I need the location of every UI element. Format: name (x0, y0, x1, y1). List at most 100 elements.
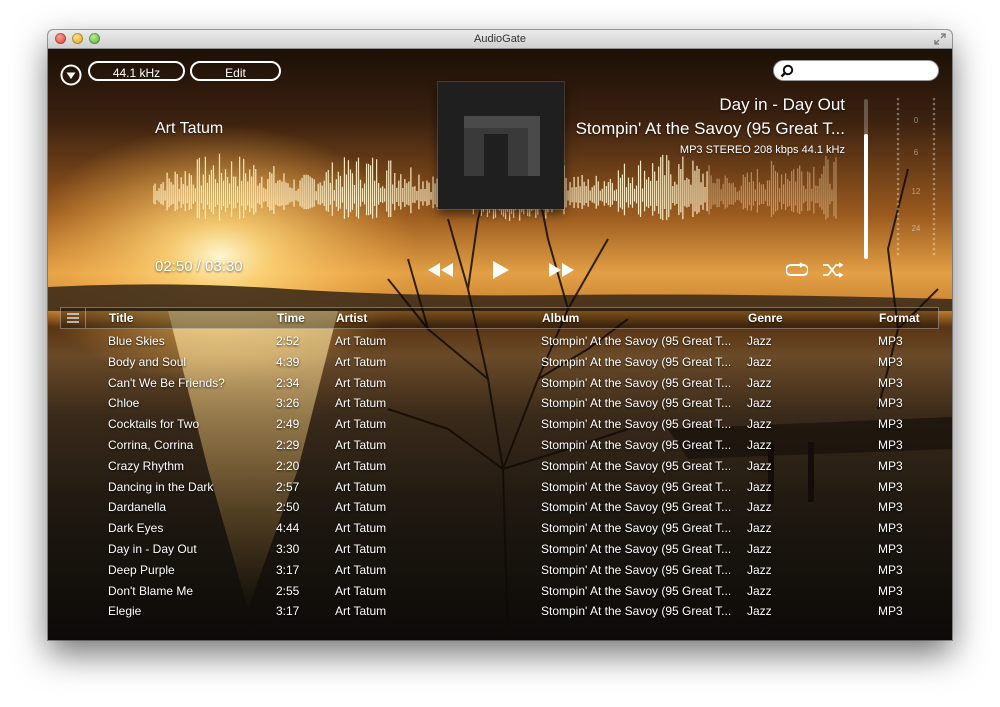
table-row[interactable]: Dardanella 2:50 Art Tatum Stompin' At the S… (60, 497, 939, 518)
track-artist: Art Tatum (335, 562, 387, 577)
track-format: MP3 (878, 458, 903, 473)
now-playing-artist: Art Tatum (155, 120, 224, 137)
track-time: 2:29 (276, 437, 300, 452)
player-area: 44.1 kHz Edit Art Tatum Day in - Day Out… (48, 49, 952, 640)
edit-button[interactable]: Edit (190, 61, 281, 81)
table-row[interactable]: Body and Soul 4:39 Art Tatum Stompin' At th… (60, 352, 939, 373)
track-album: Stompin' At the Savoy (95 Great T... (541, 562, 732, 577)
sample-rate-button[interactable]: 44.1 kHz (88, 61, 185, 81)
album-logo-icon (464, 116, 540, 176)
track-album: Stompin' At the Savoy (95 Great T... (541, 458, 732, 473)
track-time: 4:44 (276, 521, 300, 536)
album-art (438, 82, 564, 209)
track-genre: Jazz (747, 354, 772, 369)
track-album: Stompin' At the Savoy (95 Great T... (541, 583, 732, 598)
track-album: Stompin' At the Savoy (95 Great T... (541, 479, 732, 494)
column-header-title[interactable]: Title (109, 311, 269, 325)
table-row[interactable]: Chloe 3:26 Art Tatum Stompin' At the Savoy … (60, 393, 939, 414)
meter-scale-label: 0 (914, 116, 919, 125)
track-time: 2:57 (276, 479, 300, 494)
window-title: AudioGate (474, 33, 526, 45)
track-artist: Art Tatum (335, 500, 387, 515)
table-row[interactable]: Dancing in the Dark 2:57 Art Tatum Stompin'… (60, 477, 939, 498)
track-album: Stompin' At the Savoy (95 Great T... (541, 500, 732, 515)
track-album: Stompin' At the Savoy (95 Great T... (541, 375, 732, 390)
table-row[interactable]: Dark Eyes 4:44 Art Tatum Stompin' At the Sa… (60, 518, 939, 539)
track-time: 4:39 (276, 354, 300, 369)
track-list: Blue Skies 2:52 Art Tatum Stompin' At the S… (60, 331, 939, 622)
fullscreen-icon[interactable] (934, 33, 946, 45)
track-artist: Art Tatum (335, 396, 387, 411)
track-format: MP3 (878, 521, 903, 536)
track-format: MP3 (878, 541, 903, 556)
minimize-window-button[interactable] (72, 33, 83, 44)
table-row[interactable]: Elegie 3:17 Art Tatum Stompin' At the Savoy… (60, 601, 939, 622)
track-genre: Jazz (747, 604, 772, 619)
search-input[interactable] (800, 62, 936, 80)
track-time: 2:34 (276, 375, 300, 390)
column-header-genre[interactable]: Genre (748, 311, 848, 325)
track-album: Stompin' At the Savoy (95 Great T... (541, 604, 732, 619)
list-icon[interactable] (61, 308, 86, 328)
track-title: Corrina, Corrina (108, 437, 194, 452)
track-artist: Art Tatum (335, 375, 387, 390)
track-time: 3:17 (276, 562, 300, 577)
track-album: Stompin' At the Savoy (95 Great T... (541, 334, 732, 348)
table-row[interactable]: Can't We Be Friends? 2:34 Art Tatum Stompin… (60, 373, 939, 394)
track-genre: Jazz (747, 500, 772, 515)
track-genre: Jazz (747, 375, 772, 390)
track-title: Deep Purple (108, 562, 175, 577)
track-title: Cocktails for Two (108, 417, 200, 432)
track-genre: Jazz (747, 334, 772, 348)
track-format: MP3 (878, 479, 903, 494)
rewind-icon[interactable] (426, 261, 454, 279)
zoom-window-button[interactable] (89, 33, 100, 44)
track-format: MP3 (878, 604, 903, 619)
track-format: MP3 (878, 375, 903, 390)
table-row[interactable]: Corrina, Corrina 2:29 Art Tatum Stompin' At… (60, 435, 939, 456)
track-time: 2:52 (276, 334, 300, 348)
table-row[interactable]: Day in - Day Out 3:30 Art Tatum Stompin' At… (60, 539, 939, 560)
track-title: Dark Eyes (108, 521, 164, 536)
table-row[interactable]: Deep Purple 3:17 Art Tatum Stompin' At the … (60, 560, 939, 581)
track-artist: Art Tatum (335, 417, 387, 432)
table-row[interactable]: Blue Skies 2:52 Art Tatum Stompin' At the S… (60, 331, 939, 352)
track-time: 2:50 (276, 500, 300, 515)
down-triangle-circle-icon[interactable] (60, 64, 82, 86)
track-title: Blue Skies (108, 334, 165, 348)
table-row[interactable]: Cocktails for Two 2:49 Art Tatum Stompin' A… (60, 414, 939, 435)
column-header-format[interactable]: Format (879, 311, 939, 325)
track-album: Stompin' At the Savoy (95 Great T... (541, 521, 732, 536)
track-artist: Art Tatum (335, 334, 387, 348)
track-album: Stompin' At the Savoy (95 Great T... (541, 417, 732, 432)
column-header-artist[interactable]: Artist (336, 311, 516, 325)
table-row[interactable]: Don't Blame Me 2:55 Art Tatum Stompin' At t… (60, 581, 939, 602)
track-title: Crazy Rhythm (108, 458, 185, 473)
column-header-album[interactable]: Album (542, 311, 737, 325)
track-format: MP3 (878, 334, 903, 348)
track-genre: Jazz (747, 417, 772, 432)
column-header-time[interactable]: Time (277, 311, 327, 325)
track-format: MP3 (878, 396, 903, 411)
play-icon[interactable] (491, 259, 511, 281)
track-title: Can't We Be Friends? (108, 375, 225, 390)
repeat-icon[interactable] (786, 262, 808, 278)
track-album: Stompin' At the Savoy (95 Great T... (541, 437, 732, 452)
volume-slider-fill (864, 134, 868, 259)
track-artist: Art Tatum (335, 583, 387, 598)
fast-forward-icon[interactable] (548, 261, 576, 279)
track-genre: Jazz (747, 541, 772, 556)
shuffle-icon[interactable] (822, 262, 844, 278)
track-genre: Jazz (747, 396, 772, 411)
search-icon (780, 64, 794, 78)
track-genre: Jazz (747, 437, 772, 452)
track-time: 2:20 (276, 458, 300, 473)
track-format: MP3 (878, 583, 903, 598)
track-title: Dardanella (108, 500, 167, 515)
track-artist: Art Tatum (335, 604, 387, 619)
close-window-button[interactable] (55, 33, 66, 44)
track-genre: Jazz (747, 458, 772, 473)
table-row[interactable]: Crazy Rhythm 2:20 Art Tatum Stompin' At the… (60, 456, 939, 477)
track-format: MP3 (878, 354, 903, 369)
search-box[interactable] (773, 60, 939, 81)
